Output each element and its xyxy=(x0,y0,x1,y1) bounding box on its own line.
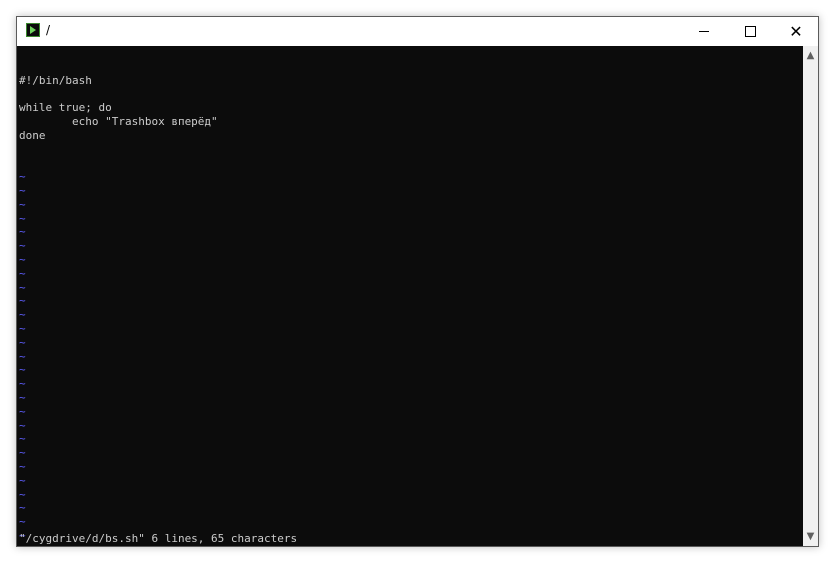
empty-line-marker: ~ xyxy=(19,266,26,280)
empty-line-marker: ~ xyxy=(19,363,26,377)
empty-line-marker: ~ xyxy=(19,294,26,308)
empty-line-marker: ~ xyxy=(19,515,26,529)
empty-line-marker: ~ xyxy=(19,404,26,418)
close-icon: ✕ xyxy=(789,22,803,41)
empty-line-marker: ~ xyxy=(19,459,26,473)
empty-line-marker: ~ xyxy=(19,432,26,446)
terminal-text-area[interactable]: #!/bin/bash while true; do echo "Trashbox… xyxy=(17,46,803,546)
empty-line-marker: ~ xyxy=(19,252,26,266)
scroll-down-icon[interactable]: ▼ xyxy=(803,529,818,544)
empty-line-marker: ~ xyxy=(19,390,26,404)
code-line: echo "Trashbox вперёд" xyxy=(19,114,218,128)
empty-line-marker: ~ xyxy=(19,335,26,349)
code-line: #!/bin/bash xyxy=(19,73,92,87)
title-bar[interactable]: / ✕ xyxy=(17,17,818,46)
empty-line-marker: ~ xyxy=(19,349,26,363)
editor-buffer: #!/bin/bash while true; do echo "Trashbox… xyxy=(19,74,803,143)
empty-line-marker: ~ xyxy=(19,473,26,487)
maximize-button[interactable] xyxy=(727,17,773,46)
vertical-scrollbar[interactable]: ▲ ▼ xyxy=(803,46,818,546)
code-line: while true; do xyxy=(19,101,112,115)
empty-line-marker: ~ xyxy=(19,211,26,225)
empty-line-marker: ~ xyxy=(19,280,26,294)
window-title: / xyxy=(46,23,51,37)
scroll-up-icon[interactable]: ▲ xyxy=(803,48,818,63)
empty-line-marker: ~ xyxy=(19,377,26,391)
empty-line-marker: ~ xyxy=(19,487,26,501)
empty-line-marker: ~ xyxy=(19,225,26,239)
empty-line-marker: ~ xyxy=(19,446,26,460)
minimize-button[interactable] xyxy=(681,17,727,46)
terminal-window: / ✕ #!/bin/bash while true; do echo "Tras… xyxy=(16,16,819,547)
maximize-icon xyxy=(744,26,756,37)
empty-line-marker: ~ xyxy=(19,170,26,184)
empty-line-marker: ~ xyxy=(19,308,26,322)
empty-line-marker: ~ xyxy=(19,501,26,515)
code-line: done xyxy=(19,128,46,142)
close-button[interactable]: ✕ xyxy=(773,17,818,46)
minimize-icon xyxy=(699,31,709,32)
cygwin-terminal-icon[interactable] xyxy=(26,23,40,37)
empty-line-marker: ~ xyxy=(19,197,26,211)
empty-line-marker: ~ xyxy=(19,321,26,335)
empty-lines-area: ~~~~~~~~~~~~~~~~~~~~~~~~~~~~ xyxy=(19,170,803,546)
empty-line-marker: ~ xyxy=(19,183,26,197)
empty-line-marker: ~ xyxy=(19,418,26,432)
empty-line-marker: ~ xyxy=(19,239,26,253)
status-line: "/cygdrive/d/bs.sh" 6 lines, 65 characte… xyxy=(19,532,298,545)
